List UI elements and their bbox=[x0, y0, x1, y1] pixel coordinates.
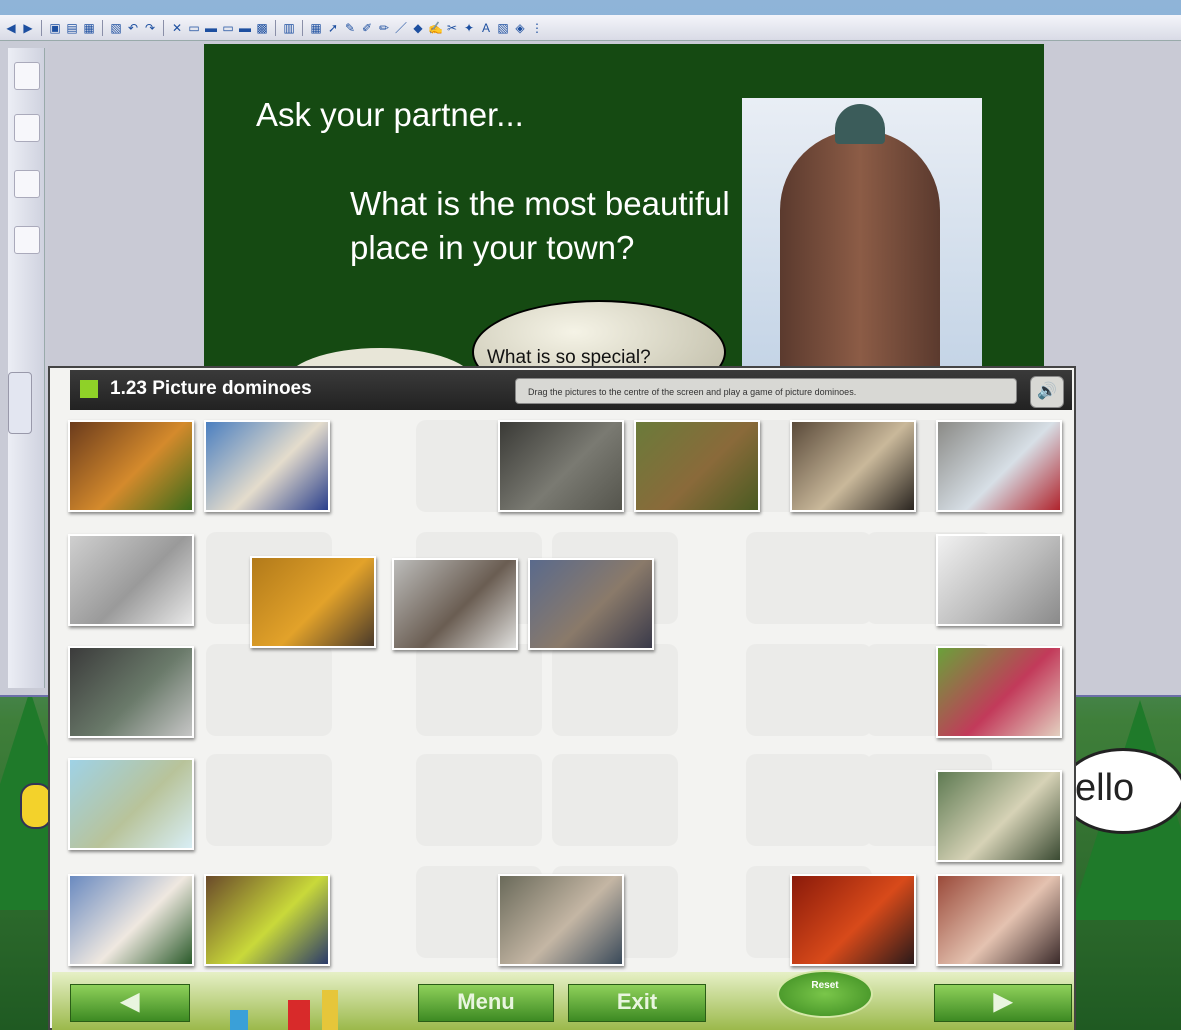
domino-tile-faucet[interactable] bbox=[936, 534, 1062, 626]
domino-tile-money[interactable] bbox=[936, 770, 1062, 862]
brush-icon[interactable]: ✐ bbox=[360, 21, 374, 35]
page-icon[interactable]: ▣ bbox=[48, 21, 62, 35]
domino-tile-city[interactable] bbox=[498, 420, 624, 512]
menu-button[interactable]: Menu bbox=[418, 984, 554, 1022]
screen-capture-icon[interactable]: ▩ bbox=[255, 21, 269, 35]
slide-question: What is the most beautiful place in your… bbox=[350, 185, 730, 266]
decorative-bars bbox=[230, 990, 338, 1030]
slide-heading: Ask your partner... bbox=[256, 96, 524, 133]
domino-tile-beach[interactable] bbox=[204, 420, 330, 512]
domino-tile-bus[interactable] bbox=[68, 646, 194, 738]
domino-slot[interactable] bbox=[746, 644, 872, 736]
domino-board[interactable] bbox=[66, 414, 1070, 970]
select-icon[interactable]: ➚ bbox=[326, 21, 340, 35]
gallery-icon[interactable] bbox=[14, 114, 40, 142]
right-arrow-icon: ▶ bbox=[993, 988, 1013, 1015]
previous-button[interactable]: ◀ bbox=[70, 984, 190, 1022]
redo-icon[interactable]: ↷ bbox=[143, 21, 157, 35]
tower-body bbox=[780, 130, 940, 370]
display-icon[interactable]: ▭ bbox=[187, 21, 201, 35]
magic-pen-icon[interactable]: ✍ bbox=[428, 21, 443, 35]
toolbar-separator bbox=[275, 19, 276, 36]
domino-tile-phone[interactable] bbox=[392, 558, 518, 650]
toolbar-separator bbox=[163, 19, 164, 36]
insert-icon[interactable]: ▧ bbox=[496, 21, 510, 35]
shape-icon[interactable]: ◈ bbox=[513, 21, 527, 35]
open-icon[interactable]: ▤ bbox=[65, 21, 79, 35]
exit-button[interactable]: Exit bbox=[568, 984, 706, 1022]
domino-tile-tennis-ball[interactable] bbox=[204, 874, 330, 966]
toolbar-separator bbox=[302, 19, 303, 36]
domino-tile-world-map[interactable] bbox=[68, 758, 194, 850]
domino-slot[interactable] bbox=[552, 644, 678, 736]
activity-bottom-bar bbox=[52, 972, 1074, 1030]
activity-instructions: Drag the pictures to the centre of the s… bbox=[515, 378, 1017, 404]
activity-title: 1.23 Picture dominoes bbox=[110, 378, 312, 399]
domino-slot[interactable] bbox=[746, 754, 872, 846]
text-icon[interactable]: ▥ bbox=[282, 21, 296, 35]
left-sidebar bbox=[8, 48, 45, 688]
activity-icon bbox=[80, 380, 98, 398]
recognize-icon[interactable]: ✦ bbox=[462, 21, 476, 35]
domino-tile-food-market[interactable] bbox=[790, 420, 916, 512]
domino-tile-family[interactable] bbox=[936, 874, 1062, 966]
domino-slot[interactable] bbox=[416, 644, 542, 736]
table-icon[interactable]: ▦ bbox=[309, 21, 323, 35]
highlighter-icon[interactable]: ✏ bbox=[377, 21, 391, 35]
domino-tile-burger[interactable] bbox=[68, 420, 194, 512]
domino-tile-shop[interactable] bbox=[498, 874, 624, 966]
domino-slot[interactable] bbox=[416, 754, 542, 846]
domino-tile-blueprint[interactable] bbox=[68, 534, 194, 626]
new-page-icon[interactable]: ▧ bbox=[109, 21, 123, 35]
attachments-icon[interactable] bbox=[14, 170, 40, 198]
page-sorter-icon[interactable] bbox=[14, 62, 40, 90]
domino-tile-couple[interactable] bbox=[936, 646, 1062, 738]
desktop-speech-text: ello bbox=[1075, 767, 1135, 809]
display-4-icon[interactable]: ▬ bbox=[238, 21, 252, 35]
forward-arrow-icon[interactable]: ▶ bbox=[21, 21, 35, 35]
toolbar-separator bbox=[41, 19, 42, 36]
properties-icon[interactable] bbox=[14, 226, 40, 254]
domino-slot[interactable] bbox=[206, 754, 332, 846]
left-arrow-icon: ◀ bbox=[120, 988, 140, 1015]
domino-tile-taxis[interactable] bbox=[250, 556, 376, 648]
domino-slot[interactable] bbox=[552, 754, 678, 846]
delete-icon[interactable]: ✕ bbox=[170, 21, 184, 35]
eraser-icon[interactable]: ✂ bbox=[445, 21, 459, 35]
font-icon[interactable]: A bbox=[479, 21, 493, 35]
desktop-speech-bubble: ello bbox=[1060, 748, 1181, 834]
toolbar-separator bbox=[102, 19, 103, 36]
domino-tile-elephants[interactable] bbox=[634, 420, 760, 512]
more-icon[interactable]: ⋮ bbox=[530, 21, 544, 35]
pen-icon[interactable]: ✎ bbox=[343, 21, 357, 35]
reset-button[interactable]: Reset bbox=[777, 970, 873, 1018]
domino-tile-train[interactable] bbox=[790, 874, 916, 966]
domino-slot[interactable] bbox=[746, 532, 872, 624]
domino-tile-snowy-walk[interactable] bbox=[936, 420, 1062, 512]
sidebar-collapse-button[interactable] bbox=[8, 372, 32, 434]
display-2-icon[interactable]: ▬ bbox=[204, 21, 218, 35]
display-3-icon[interactable]: ▭ bbox=[221, 21, 235, 35]
domino-tile-children[interactable] bbox=[528, 558, 654, 650]
fill-icon[interactable]: ◆ bbox=[411, 21, 425, 35]
back-arrow-icon[interactable]: ◀ bbox=[4, 21, 18, 35]
domino-slot[interactable] bbox=[206, 644, 332, 736]
domino-tile-taj-mahal[interactable] bbox=[68, 874, 194, 966]
line-icon[interactable]: ／ bbox=[394, 21, 408, 35]
undo-icon[interactable]: ↶ bbox=[126, 21, 140, 35]
save-icon[interactable]: ▦ bbox=[82, 21, 96, 35]
speaker-icon[interactable]: 🔊 bbox=[1030, 376, 1064, 408]
next-button[interactable]: ▶ bbox=[934, 984, 1072, 1022]
main-toolbar: ◀ ▶ ▣ ▤ ▦ ▧ ↶ ↷ ✕ ▭ ▬ ▭ ▬ ▩ ▥ ▦ ➚ ✎ ✐ ✏ ／ ◆ ✍ ✂ ✦ A ▧ ◈ ⋮ bbox=[0, 15, 1181, 41]
